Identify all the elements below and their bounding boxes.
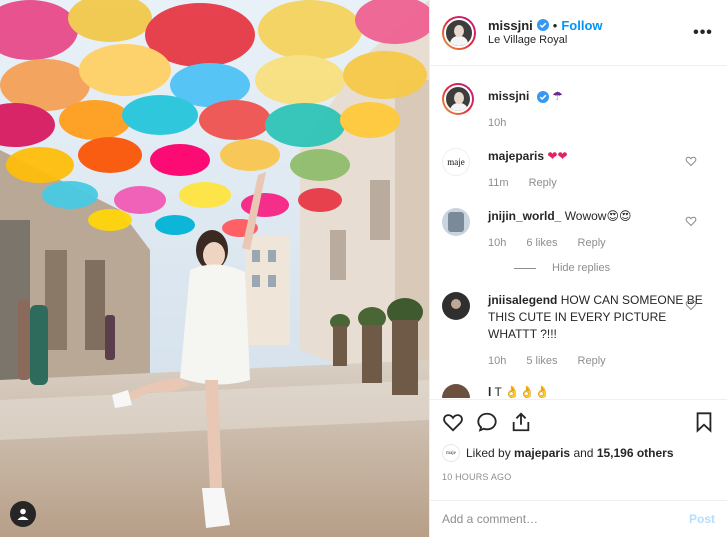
comment-avatar-maje[interactable]: maje <box>442 148 470 176</box>
author-avatar[interactable] <box>442 15 476 50</box>
caption-author-avatar[interactable] <box>442 83 474 115</box>
add-comment-input[interactable] <box>442 512 689 526</box>
instagram-post: missjni • Follow Le Village Royal ••• mi… <box>0 0 727 537</box>
comment-avatar-partial[interactable] <box>442 384 470 398</box>
comment-text: Wowow😍😍 <box>564 209 632 223</box>
verified-badge-icon <box>536 90 549 103</box>
comment-like-heart-icon[interactable] <box>685 299 697 311</box>
comment-username[interactable]: l <box>488 385 491 398</box>
post-actions: maje Liked by majeparis and 15,196 other… <box>430 399 727 503</box>
comments-list: missjni ☂ 10h maje majeparis ❤❤ 11m Repl… <box>430 67 727 398</box>
comment-time[interactable]: 10h <box>488 235 506 252</box>
comment-item: maje majeparis ❤❤ 11m Reply <box>442 148 715 192</box>
comment-text: T 👌👌👌 <box>494 385 550 398</box>
liked-by-user[interactable]: majeparis <box>514 446 570 460</box>
comment-username[interactable]: jnijin_world_ <box>488 209 561 223</box>
follow-button[interactable]: Follow <box>561 18 602 33</box>
more-options-icon[interactable]: ••• <box>691 24 715 42</box>
post-location[interactable]: Le Village Royal <box>488 33 691 48</box>
comment-item: jniisalegend HOW CAN SOMEONE BE THIS CUT… <box>442 292 715 370</box>
like-heart-icon[interactable] <box>442 411 464 433</box>
liked-by-prefix: Liked by <box>466 446 511 460</box>
liked-by-middle: and <box>573 446 594 460</box>
umbrella-emoji: ☂ <box>552 89 563 103</box>
liked-by-others[interactable]: 15,196 others <box>597 446 674 460</box>
post-header: missjni • Follow Le Village Royal ••• <box>430 0 727 66</box>
comment-username[interactable]: jniisalegend <box>488 293 557 307</box>
post-timestamp[interactable]: 10 HOURS AGO <box>442 472 715 482</box>
comment-item: jnijin_world_ Wowow😍😍 10h 6 likes Reply <box>442 208 715 252</box>
reply-button[interactable]: Reply <box>529 175 557 192</box>
post-photo[interactable] <box>0 0 429 537</box>
comment-username[interactable]: majeparis <box>488 149 544 163</box>
comment-avatar-photo[interactable] <box>442 208 470 236</box>
caption-time[interactable]: 10h <box>488 115 506 132</box>
person-icon <box>17 508 29 520</box>
hide-replies-label: Hide replies <box>552 262 611 274</box>
liked-by: maje Liked by majeparis and 15,196 other… <box>442 444 715 462</box>
comment-like-heart-icon[interactable] <box>685 155 697 167</box>
bookmark-save-icon[interactable] <box>693 411 715 433</box>
post-comment-button[interactable]: Post <box>689 512 715 526</box>
tagged-users-button[interactable] <box>10 501 36 527</box>
caption: missjni ☂ 10h <box>442 83 715 132</box>
post-side-panel: missjni • Follow Le Village Royal ••• mi… <box>429 0 727 537</box>
reply-button[interactable]: Reply <box>578 353 606 370</box>
caption-username[interactable]: missjni <box>488 89 529 103</box>
liked-by-avatar[interactable]: maje <box>442 444 460 462</box>
reply-button[interactable]: Reply <box>578 235 606 252</box>
author-username[interactable]: missjni <box>488 18 533 33</box>
verified-badge-icon <box>536 19 549 31</box>
comment-like-heart-icon[interactable] <box>685 215 697 227</box>
add-comment-bar: Post <box>430 500 727 537</box>
comment-avatar-dark[interactable] <box>442 292 470 320</box>
comment-text: ❤❤ <box>547 149 568 163</box>
photo-umbrella-street <box>0 0 429 537</box>
comment-time[interactable]: 10h <box>488 353 506 370</box>
comment-time[interactable]: 11m <box>488 175 509 192</box>
comment-likes[interactable]: 5 likes <box>526 353 557 370</box>
share-icon[interactable] <box>510 411 532 433</box>
separator-dot: • <box>552 17 558 33</box>
comment-likes[interactable]: 6 likes <box>526 235 557 252</box>
comment-item: l T 👌👌👌 <box>442 384 715 398</box>
hide-replies-button[interactable]: Hide replies <box>514 262 715 274</box>
comment-bubble-icon[interactable] <box>476 411 498 433</box>
